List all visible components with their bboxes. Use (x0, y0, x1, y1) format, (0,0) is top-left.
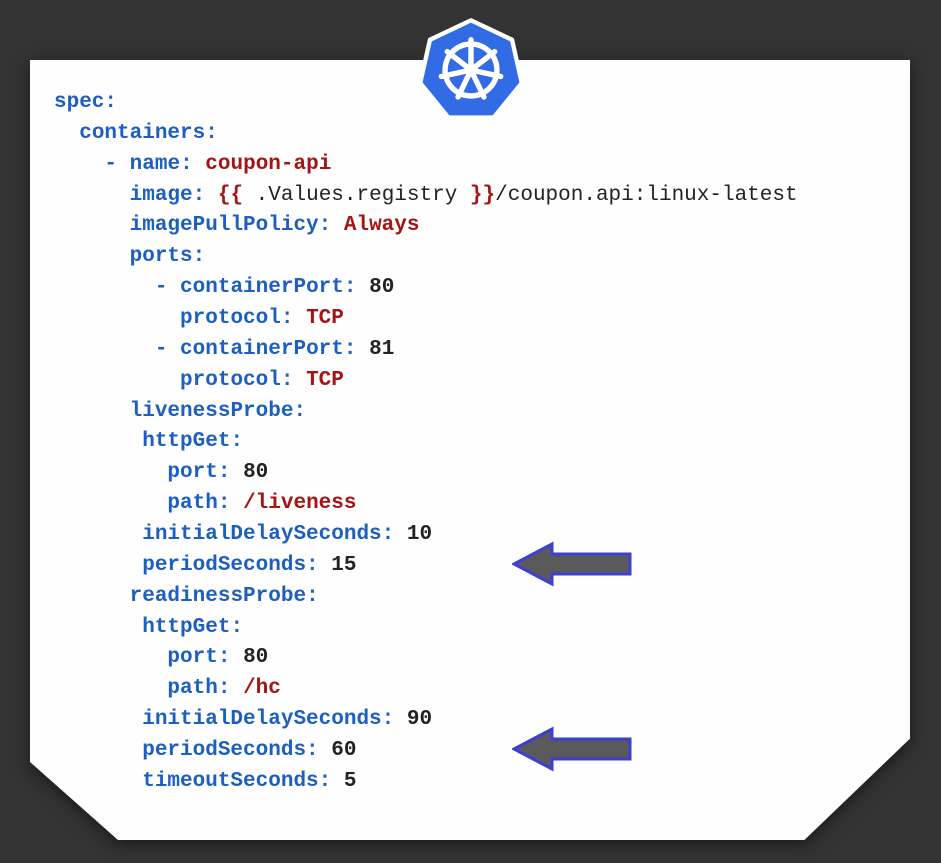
key-name: name (130, 153, 180, 176)
key-readinessprobe: readinessProbe (130, 585, 306, 608)
key-path-live: path (167, 492, 217, 515)
kubernetes-logo-icon (417, 16, 525, 124)
code-card: spec: containers: - name: coupon-api ima… (30, 60, 910, 840)
key-period-live: periodSeconds (142, 554, 306, 577)
val-initdelay-live: 10 (407, 523, 432, 546)
yaml-code-block: spec: containers: - name: coupon-api ima… (54, 88, 886, 798)
annotation-arrow-hc (512, 725, 632, 773)
key-ports: ports (130, 245, 193, 268)
key-period-ready: periodSeconds (142, 739, 306, 762)
key-timeout-ready: timeoutSeconds (142, 770, 318, 793)
key-port-live: port (167, 461, 217, 484)
key-httpget-2: httpGet (142, 616, 230, 639)
key-image: image (130, 184, 193, 207)
val-port-81: 81 (369, 338, 394, 361)
key-protocol-2: protocol (180, 369, 281, 392)
key-path-ready: path (167, 677, 217, 700)
val-timeout-ready: 5 (344, 770, 357, 793)
key-containerport-1: containerPort (180, 276, 344, 299)
key-containerport-2: containerPort (180, 338, 344, 361)
key-containers: containers (79, 122, 205, 145)
key-protocol-1: protocol (180, 307, 281, 330)
key-imagepullpolicy: imagePullPolicy (130, 214, 319, 237)
val-protocol-1: TCP (306, 307, 344, 330)
slide-stage: spec: containers: - name: coupon-api ima… (0, 0, 941, 863)
val-protocol-2: TCP (306, 369, 344, 392)
val-initdelay-ready: 90 (407, 708, 432, 731)
key-initdelay-live: initialDelaySeconds (142, 523, 381, 546)
val-image-close: }} (470, 184, 495, 207)
annotation-arrow-liveness (512, 540, 632, 588)
key-initdelay-ready: initialDelaySeconds (142, 708, 381, 731)
key-spec: spec (54, 91, 104, 114)
key-livenessprobe: livenessProbe (130, 400, 294, 423)
val-port-ready: 80 (243, 646, 268, 669)
val-imagepullpolicy: Always (344, 214, 420, 237)
val-image-suffix: /coupon.api:linux-latest (495, 184, 797, 207)
val-path-liveness: /liveness (243, 492, 356, 515)
val-period-ready: 60 (331, 739, 356, 762)
val-port-80: 80 (369, 276, 394, 299)
key-port-ready: port (167, 646, 217, 669)
val-port-live: 80 (243, 461, 268, 484)
code-card-container: spec: containers: - name: coupon-api ima… (30, 60, 910, 840)
val-image-open: {{ (218, 184, 243, 207)
val-path-hc: /hc (243, 677, 281, 700)
val-name: coupon-api (205, 153, 331, 176)
key-httpget-1: httpGet (142, 430, 230, 453)
val-period-live: 15 (331, 554, 356, 577)
